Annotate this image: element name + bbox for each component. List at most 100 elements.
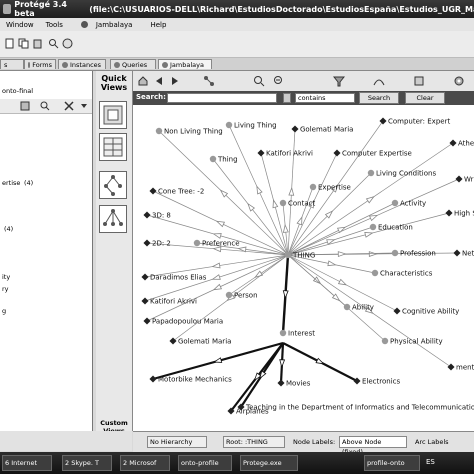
back-icon[interactable] xyxy=(153,75,165,87)
graph-canvas[interactable]: Non Living Thing Living Thing Golemati Mar… xyxy=(133,105,474,431)
copy-icon[interactable] xyxy=(18,38,29,49)
tab-forms[interactable]: Forms xyxy=(24,59,56,69)
instance-node[interactable] xyxy=(149,187,157,195)
new-file-icon[interactable] xyxy=(4,38,15,49)
instance-node[interactable] xyxy=(449,139,457,147)
arc-type-icon[interactable] xyxy=(373,75,385,87)
search-button[interactable]: Search xyxy=(359,92,399,104)
class-node[interactable] xyxy=(209,155,217,163)
instance-node[interactable] xyxy=(169,337,177,345)
tray-language[interactable]: ES xyxy=(426,458,435,466)
quick-view-nested-button[interactable] xyxy=(99,101,127,129)
taskbar-item[interactable]: 6 Internet xyxy=(2,455,52,471)
instance-node[interactable] xyxy=(393,307,401,315)
instance-node[interactable] xyxy=(257,149,265,157)
instance-node[interactable] xyxy=(141,273,149,281)
tab-jambalaya[interactable]: Jambalaya xyxy=(158,59,212,69)
quick-views-panel: Quick Views Custom Views xyxy=(96,71,133,435)
class-node[interactable] xyxy=(367,169,375,177)
class-node[interactable] xyxy=(225,291,233,299)
node-labels-select[interactable]: Above Node (fixed) xyxy=(339,436,407,456)
chevron-down-icon[interactable] xyxy=(80,102,88,110)
quick-view-grid-button[interactable] xyxy=(99,133,127,161)
class-node[interactable] xyxy=(155,127,163,135)
class-node[interactable] xyxy=(371,269,379,277)
instance-node[interactable] xyxy=(277,379,285,387)
class-node[interactable] xyxy=(284,251,292,259)
zoom-in-icon[interactable] xyxy=(253,75,265,87)
app-title: Protégé 3.4 beta xyxy=(14,0,67,18)
home-icon[interactable] xyxy=(137,75,149,87)
class-node[interactable] xyxy=(391,249,399,257)
instance-node[interactable] xyxy=(141,297,149,305)
filter-icon[interactable] xyxy=(333,75,345,87)
class-node[interactable] xyxy=(309,183,317,191)
class-node[interactable] xyxy=(369,223,377,231)
tree-item[interactable]: ity xyxy=(2,273,10,281)
instance-node[interactable] xyxy=(379,117,387,125)
help-icon[interactable] xyxy=(62,38,73,49)
node-label: Education xyxy=(378,224,413,232)
add-class-icon[interactable] xyxy=(20,101,30,111)
root-button[interactable]: Root: :THING xyxy=(223,436,285,448)
instance-node[interactable] xyxy=(455,175,463,183)
paste-icon[interactable] xyxy=(32,38,43,49)
class-node[interactable] xyxy=(279,199,287,207)
edge-arrowhead xyxy=(337,278,348,286)
menu-help[interactable]: Help xyxy=(150,21,166,29)
class-node[interactable] xyxy=(391,199,399,207)
class-node[interactable] xyxy=(381,337,389,345)
search-button-label: Search xyxy=(367,94,391,102)
taskbar-item[interactable]: profile-onto xyxy=(364,455,420,471)
instance-node[interactable] xyxy=(453,249,461,257)
clear-button[interactable]: Clear xyxy=(405,92,445,104)
tab-slots[interactable]: s xyxy=(0,59,24,69)
zoom-out-icon[interactable] xyxy=(273,75,285,87)
instance-node[interactable] xyxy=(291,125,299,133)
class-node[interactable] xyxy=(193,239,201,247)
instance-node[interactable] xyxy=(445,209,453,217)
instance-node[interactable] xyxy=(447,363,455,371)
taskbar-item[interactable]: 2 Microsof xyxy=(120,455,170,471)
tree-item[interactable]: ertise xyxy=(2,179,20,187)
clear-button-label: Clear xyxy=(416,94,434,102)
tree-item[interactable]: g xyxy=(2,307,6,315)
node-label: Cone Tree: -2 xyxy=(158,188,204,196)
search-mode-select[interactable]: contains xyxy=(295,93,355,103)
search-input[interactable] xyxy=(167,93,277,103)
graph-toolbar xyxy=(133,71,474,92)
search-class-icon[interactable] xyxy=(40,101,50,111)
tab-instances[interactable]: Instances xyxy=(58,59,106,69)
class-node[interactable] xyxy=(343,303,351,311)
search-dropdown-button[interactable] xyxy=(283,93,291,103)
tab-label: Forms xyxy=(32,60,52,69)
taskbar-item[interactable]: onto-profile xyxy=(178,455,232,471)
quick-view-hierarchy-button[interactable] xyxy=(99,205,127,233)
tab-queries[interactable]: Queries xyxy=(110,59,156,69)
forms-icon xyxy=(28,61,31,68)
taskbar-item[interactable]: Protege.exe xyxy=(240,455,298,471)
taskbar-item[interactable]: 2 Skype. T xyxy=(62,455,112,471)
instance-node[interactable] xyxy=(149,375,157,383)
layout-icon[interactable] xyxy=(203,75,215,87)
node-type-icon[interactable] xyxy=(413,75,425,87)
class-node[interactable] xyxy=(225,121,233,129)
tree-item[interactable]: ry xyxy=(2,285,9,293)
instance-node[interactable] xyxy=(143,239,151,247)
instance-node[interactable] xyxy=(143,211,151,219)
forward-icon[interactable] xyxy=(169,75,181,87)
quick-view-tree-button[interactable] xyxy=(99,171,127,199)
edge-arrowhead xyxy=(327,260,337,267)
instance-node[interactable] xyxy=(143,317,151,325)
delete-class-icon[interactable] xyxy=(64,101,74,111)
instance-node[interactable] xyxy=(333,149,341,157)
menu-window[interactable]: Window xyxy=(6,21,34,29)
find-icon[interactable] xyxy=(48,38,59,49)
menu-jambalaya[interactable]: Jambalaya xyxy=(75,21,139,29)
no-hierarchy-button[interactable]: No Hierarchy xyxy=(147,436,207,448)
node-label: Interest xyxy=(288,330,315,338)
menu-tools[interactable]: Tools xyxy=(46,21,63,29)
class-node[interactable] xyxy=(279,329,287,337)
ontology-graph[interactable]: Non Living Thing Living Thing Golemati Mar… xyxy=(133,105,474,431)
settings-icon[interactable] xyxy=(453,75,465,87)
